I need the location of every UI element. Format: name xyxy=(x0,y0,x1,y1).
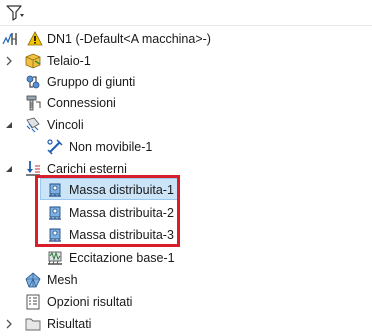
tree-item-eccitazione-base[interactable]: Eccitazione base-1 xyxy=(0,247,372,269)
funnel-icon xyxy=(6,5,24,21)
expand-arrow-icon[interactable] xyxy=(3,55,15,67)
base-excitation-icon xyxy=(46,249,64,267)
tree-item-label: Gruppo di giunti xyxy=(47,75,136,89)
tree-item-label: Vincoli xyxy=(47,118,84,132)
tree-item-massa-distribuita-2[interactable]: Massa distribuita-2 xyxy=(0,202,372,224)
tree-item-label: Opzioni risultati xyxy=(47,295,133,309)
tree-item-label: Eccitazione base-1 xyxy=(69,251,175,265)
mesh-icon xyxy=(24,271,42,289)
results-folder-icon xyxy=(24,315,42,333)
tree-item-non-movibile[interactable]: Non movibile-1 xyxy=(0,136,372,158)
tree-item-label: Carichi esterni xyxy=(47,162,127,176)
tree-item-gruppo-giunti[interactable]: Gruppo di giunti xyxy=(0,71,372,93)
tree-item-massa-distribuita-3[interactable]: Massa distribuita-3 xyxy=(0,224,372,246)
tree-item-label: Risultati xyxy=(47,317,92,331)
tree-root-row[interactable]: DN1 (-Default<A macchina>-) xyxy=(0,28,372,50)
tree-item-telaio[interactable]: Telaio-1 xyxy=(0,50,372,72)
toolbar-divider xyxy=(0,25,372,26)
connections-icon xyxy=(24,94,42,112)
tree-item-label: Massa distribuita-1 xyxy=(69,183,174,197)
tree-item-label: Massa distribuita-2 xyxy=(69,206,174,220)
tree-item-mesh[interactable]: Mesh xyxy=(0,269,372,291)
simulation-tree-pane: DN1 (-Default<A macchina>-) Telaio-1 Gru… xyxy=(0,0,372,336)
fixed-geometry-icon xyxy=(46,138,64,156)
collapse-arrow-icon[interactable] xyxy=(3,163,15,175)
joint-group-icon xyxy=(24,73,42,91)
result-options-icon xyxy=(24,293,42,311)
tree-item-label: Non movibile-1 xyxy=(69,140,153,154)
tree-item-label: Mesh xyxy=(47,273,78,287)
tree-item-label: Connessioni xyxy=(47,96,116,110)
tree-item-vincoli[interactable]: Vincoli xyxy=(0,114,372,136)
tree-item-carichi-esterni[interactable]: Carichi esterni xyxy=(0,158,372,180)
expand-arrow-icon[interactable] xyxy=(3,318,15,330)
distributed-mass-icon xyxy=(46,204,64,222)
tree-item-massa-distribuita-1[interactable]: Massa distribuita-1 xyxy=(0,179,372,201)
filter-button[interactable] xyxy=(4,2,28,24)
tree-item-label: Telaio-1 xyxy=(47,54,91,68)
tree-root-label: DN1 (-Default<A macchina>-) xyxy=(47,32,211,46)
external-loads-icon xyxy=(24,160,42,178)
study-frequency-icon xyxy=(2,30,24,48)
distributed-mass-icon xyxy=(46,181,64,199)
frame-part-icon xyxy=(24,52,42,70)
fixtures-icon xyxy=(24,116,42,134)
tree-item-opzioni-risultati[interactable]: Opzioni risultati xyxy=(0,291,372,313)
collapse-arrow-icon[interactable] xyxy=(3,119,15,131)
tree-item-connessioni[interactable]: Connessioni xyxy=(0,92,372,114)
tree-item-risultati[interactable]: Risultati xyxy=(0,313,372,335)
distributed-mass-icon xyxy=(46,226,64,244)
tree-item-label: Massa distribuita-3 xyxy=(69,228,174,242)
warning-icon xyxy=(26,30,44,48)
